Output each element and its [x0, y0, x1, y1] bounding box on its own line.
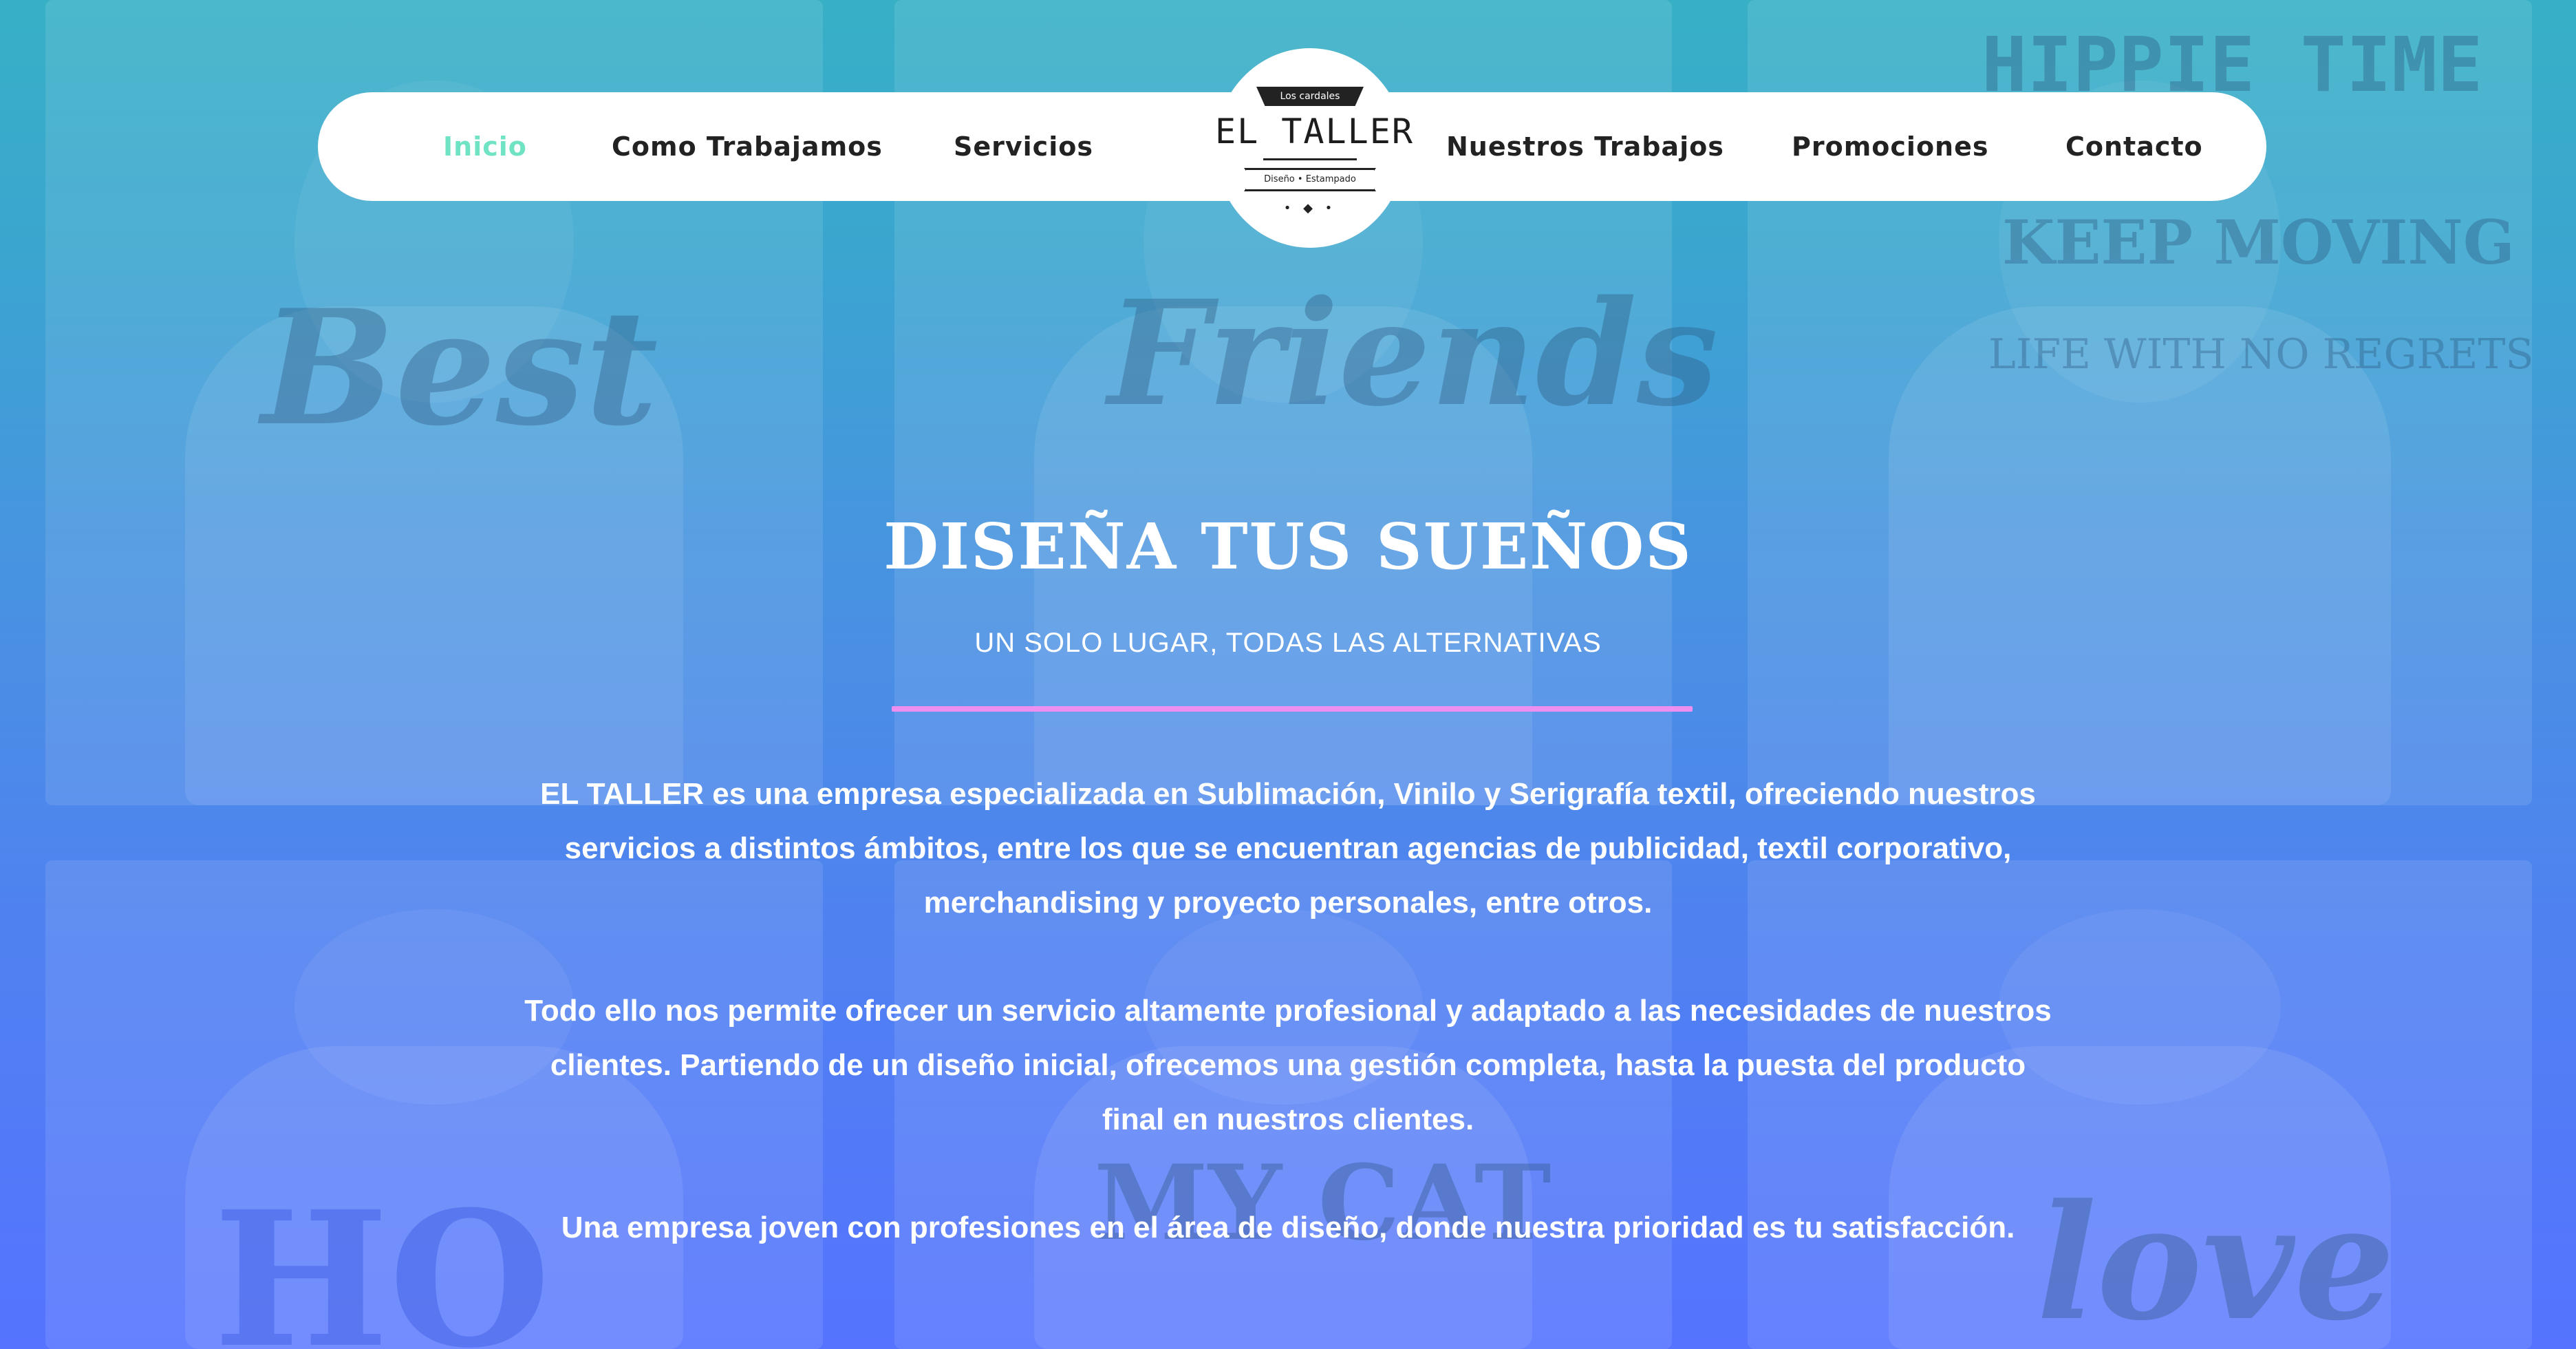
nav-item-nuestros-trabajos[interactable]: Nuestros Trabajos: [1446, 92, 1724, 201]
nav-item-contacto[interactable]: Contacto: [2065, 92, 2203, 201]
paragraph-line: servicios a distintos ámbitos, entre los…: [564, 831, 2012, 865]
hero-paragraph-2: Todo ello nos permite ofrecer un servici…: [454, 984, 2122, 1147]
logo-bottom-ribbon: Diseño • Estampado: [1244, 168, 1376, 191]
nav-item-como-trabajamos[interactable]: Como Trabajamos: [612, 92, 883, 201]
hero-divider: [892, 706, 1693, 712]
photo-text-life-with-no-regrets: LIFE WITH NO REGRETS: [1988, 330, 2534, 379]
nav-item-servicios[interactable]: Servicios: [954, 92, 1093, 201]
nav-item-promociones[interactable]: Promociones: [1792, 92, 1989, 201]
site-logo[interactable]: Los cardales EL TALLER Diseño • Estampad…: [1215, 48, 1414, 248]
photo-text-ho: HO: [213, 1170, 551, 1349]
paragraph-line: Todo ello nos permite ofrecer un servici…: [524, 994, 2052, 1028]
paragraph-line: Una empresa joven con profesiones en el …: [561, 1211, 2015, 1244]
hero-paragraph-3: Una empresa joven con profesiones en el …: [454, 1200, 2122, 1255]
logo-divider-line: [1263, 158, 1357, 160]
nav-item-inicio[interactable]: Inicio: [443, 92, 527, 201]
photo-text-love: love: [2037, 1170, 2395, 1349]
logo-ornament: • ◆ •: [1283, 201, 1337, 215]
photo-text-keep-moving: KEEP MOVING: [2002, 206, 2515, 278]
hero-subtitle: UN SOLO LUGAR, TODAS LAS ALTERNATIVAS: [974, 628, 1602, 658]
photo-text-best: Best: [261, 275, 658, 461]
paragraph-line: merchandising y proyecto personales, ent…: [923, 886, 1653, 920]
logo-title: EL TALLER: [1215, 111, 1414, 151]
paragraph-line: clientes. Partiendo de un diseño inicial…: [550, 1048, 2026, 1082]
paragraph-line: final en nuestros clientes.: [1102, 1103, 1474, 1136]
paragraph-line: EL TALLER es una empresa especializada e…: [540, 777, 2036, 811]
logo-top-ribbon: Los cardales: [1256, 87, 1364, 106]
hero-paragraph-1: EL TALLER es una empresa especializada e…: [454, 767, 2122, 930]
landing-page: Best Friends HIPPIE TIME KEEP MOVING LIF…: [0, 0, 2576, 1349]
hero-title: DISEÑA TUS SUEÑOS: [883, 509, 1693, 584]
photo-text-friends: Friends: [1108, 268, 1719, 438]
